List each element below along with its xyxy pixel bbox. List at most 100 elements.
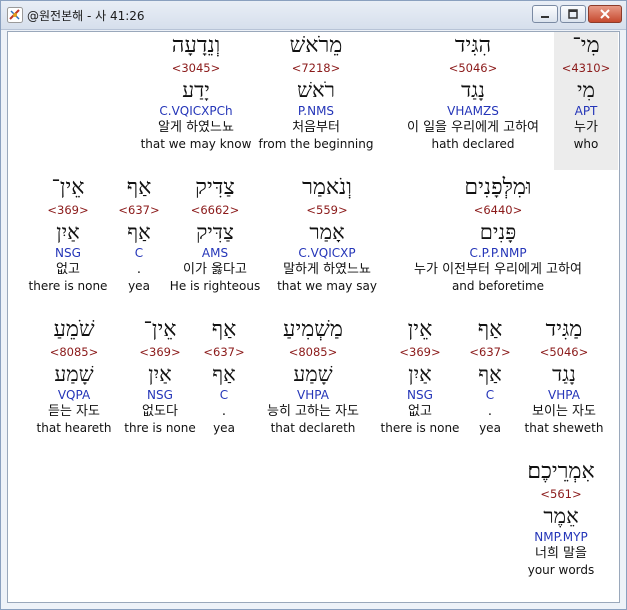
lemma-word: יָדַע	[182, 78, 210, 102]
word-block[interactable]: מֵרֹאשׁ <7218> רֹאשׁ P.NMS 처음부터 from the…	[256, 32, 376, 152]
hebrew-word: אֵין־	[143, 317, 177, 342]
minimize-button[interactable]	[532, 5, 558, 23]
hebrew-word: וְנֹאמַר	[302, 175, 352, 200]
korean-gloss: .	[221, 404, 227, 419]
word-block[interactable]: וְנֵדָעָה <3045> יָדַע C.VQICXPCh 알게 하였느…	[136, 32, 256, 152]
strong-number[interactable]: <369>	[20, 202, 116, 218]
english-gloss: there is none	[28, 279, 108, 293]
hebrew-word: הִגִּיד	[454, 33, 492, 58]
strong-number[interactable]: <4310>	[554, 60, 618, 76]
morph-code: VQPA	[57, 388, 91, 402]
lemma-word: פָּנִים	[479, 220, 517, 244]
korean-gloss: .	[136, 262, 142, 277]
word-block[interactable]: מִי־ <4310> מִי APT 누가 who	[554, 32, 618, 152]
minimize-icon	[541, 16, 549, 18]
strong-number[interactable]: <3045>	[136, 60, 256, 76]
morph-code: C	[219, 388, 229, 402]
strong-number[interactable]: <5046>	[514, 344, 614, 360]
english-gloss: that sheweth	[524, 421, 604, 435]
word-block[interactable]: אֵין <369> אַיִן NSG 없고 there is none	[372, 316, 468, 436]
korean-gloss: 이가 옳다고	[183, 262, 247, 277]
english-gloss: who	[573, 137, 599, 151]
close-button[interactable]	[588, 5, 622, 23]
korean-gloss: 알게 하였느뇨	[158, 120, 234, 135]
korean-gloss: 누가	[574, 120, 598, 135]
strong-number[interactable]: <369>	[118, 344, 202, 360]
hebrew-word: אֵין־	[51, 175, 85, 200]
window-title: @원전본해 - 사 41:26	[27, 9, 145, 23]
english-gloss: yea	[479, 421, 501, 435]
korean-gloss: 없고	[56, 262, 80, 277]
lemma-word: אָמַר	[309, 220, 345, 244]
strong-number[interactable]: <5046>	[388, 60, 558, 76]
morph-code: C	[134, 246, 144, 260]
word-block[interactable]: אַף <637> אַף C . yea	[468, 316, 512, 436]
strong-number[interactable]: <637>	[468, 344, 512, 360]
korean-gloss: 이 일을 우리에게 고하여	[407, 120, 539, 135]
morph-code: APT	[574, 104, 598, 118]
strong-number[interactable]: <637>	[118, 202, 160, 218]
english-gloss: He is righteous	[169, 279, 261, 293]
strong-number[interactable]: <637>	[202, 344, 246, 360]
word-block[interactable]: אֵין־ <369> אַיִן NSG 없도다 thre is none	[118, 316, 202, 436]
korean-gloss: 보이는 자도	[532, 404, 596, 419]
korean-gloss: 너희 말을	[535, 546, 587, 561]
morph-code: C	[485, 388, 495, 402]
hebrew-word: אֵין	[407, 317, 433, 342]
hebrew-word: צַדִּיק	[195, 175, 235, 200]
hebrew-word: מִי־	[572, 33, 600, 58]
korean-gloss: 누가 이전부터 우리에게 고하여	[414, 262, 582, 277]
word-block[interactable]: וְנֹאמַר <559> אָמַר C.VQICXP 말하게 하였느뇨 t…	[266, 174, 388, 294]
morph-code: NSG	[407, 388, 433, 402]
word-block[interactable]: צַדִּיק <6662> צַדִּיק AMS 이가 옳다고 He is …	[166, 174, 264, 294]
english-gloss: that we may say	[277, 279, 377, 293]
strong-number[interactable]: <369>	[372, 344, 468, 360]
strong-number[interactable]: <8085>	[30, 344, 118, 360]
lemma-word: אַף	[127, 220, 151, 244]
strong-number[interactable]: <561>	[506, 486, 616, 502]
hebrew-word: וְנֵדָעָה	[171, 33, 221, 58]
morph-code: P.NMS	[297, 104, 335, 118]
word-block[interactable]: אֵין־ <369> אַיִן NSG 없고 there is none	[20, 174, 116, 294]
english-gloss: from the beginning	[258, 137, 374, 151]
lemma-word: אַף	[478, 362, 502, 386]
hebrew-word: אַף	[211, 317, 237, 342]
lemma-word: רֹאשׁ	[297, 78, 335, 102]
hebrew-word: וּמִלְּפָנִים	[464, 175, 532, 200]
word-block[interactable]: מַשְׁמִיעַ <8085> שָׁמַע VHPA 능히 고하는 자도 …	[248, 316, 378, 436]
word-block[interactable]: הִגִּיד <5046> נָגַד VHAMZS 이 일을 우리에게 고하…	[388, 32, 558, 152]
hebrew-word: שֹׁמֵעַ	[53, 317, 95, 342]
strong-number[interactable]: <7218>	[256, 60, 376, 76]
korean-gloss: 듣는 자도	[48, 404, 100, 419]
word-block[interactable]: וּמִלְּפָנִים <6440> פָּנִים C.P.P.NMP 누…	[388, 174, 608, 294]
word-block[interactable]: אִמְרֵיכֶם׃ <561> אֵמֶר NMP.MYP 너희 말을 yo…	[506, 458, 616, 578]
word-block[interactable]: שֹׁמֵעַ <8085> שָׁמַע VQPA 듣는 자도 that he…	[30, 316, 118, 436]
morph-code: AMS	[201, 246, 229, 260]
strong-number[interactable]: <8085>	[248, 344, 378, 360]
morph-code: NMP.MYP	[534, 530, 588, 544]
lemma-word: אַיִן	[56, 220, 80, 244]
word-block[interactable]: מַגִּיד <5046> נָגַד VHPA 보이는 자도 that sh…	[514, 316, 614, 436]
interlinear-pane[interactable]: מִי־ <4310> מִי APT 누가 who הִגִּיד <5046…	[7, 31, 620, 603]
lemma-word: צַדִּיק	[196, 220, 234, 244]
lemma-word: נָגַד	[552, 362, 576, 386]
morph-code: C.VQICXPCh	[159, 104, 233, 118]
english-gloss: hath declared	[431, 137, 515, 151]
lemma-word: נָגַד	[461, 78, 485, 102]
hebrew-word: מַגִּיד	[545, 317, 583, 342]
strong-number[interactable]: <6662>	[166, 202, 264, 218]
title-bar[interactable]: @원전본해 - 사 41:26	[1, 1, 626, 30]
hebrew-word: אַף	[477, 317, 503, 342]
strong-number[interactable]: <559>	[266, 202, 388, 218]
english-gloss: yea	[213, 421, 235, 435]
hebrew-word: אִמְרֵיכֶם׃	[527, 459, 595, 484]
korean-gloss: 없도다	[142, 404, 178, 419]
word-block[interactable]: אַף <637> אַף C . yea	[118, 174, 160, 294]
morph-code: VHAMZS	[447, 104, 499, 118]
english-gloss: there is none	[380, 421, 460, 435]
strong-number[interactable]: <6440>	[388, 202, 608, 218]
english-gloss: that we may know	[140, 137, 252, 151]
korean-gloss: 처음부터	[292, 120, 340, 135]
word-block[interactable]: אַף <637> אַף C . yea	[202, 316, 246, 436]
maximize-button[interactable]	[560, 5, 586, 23]
